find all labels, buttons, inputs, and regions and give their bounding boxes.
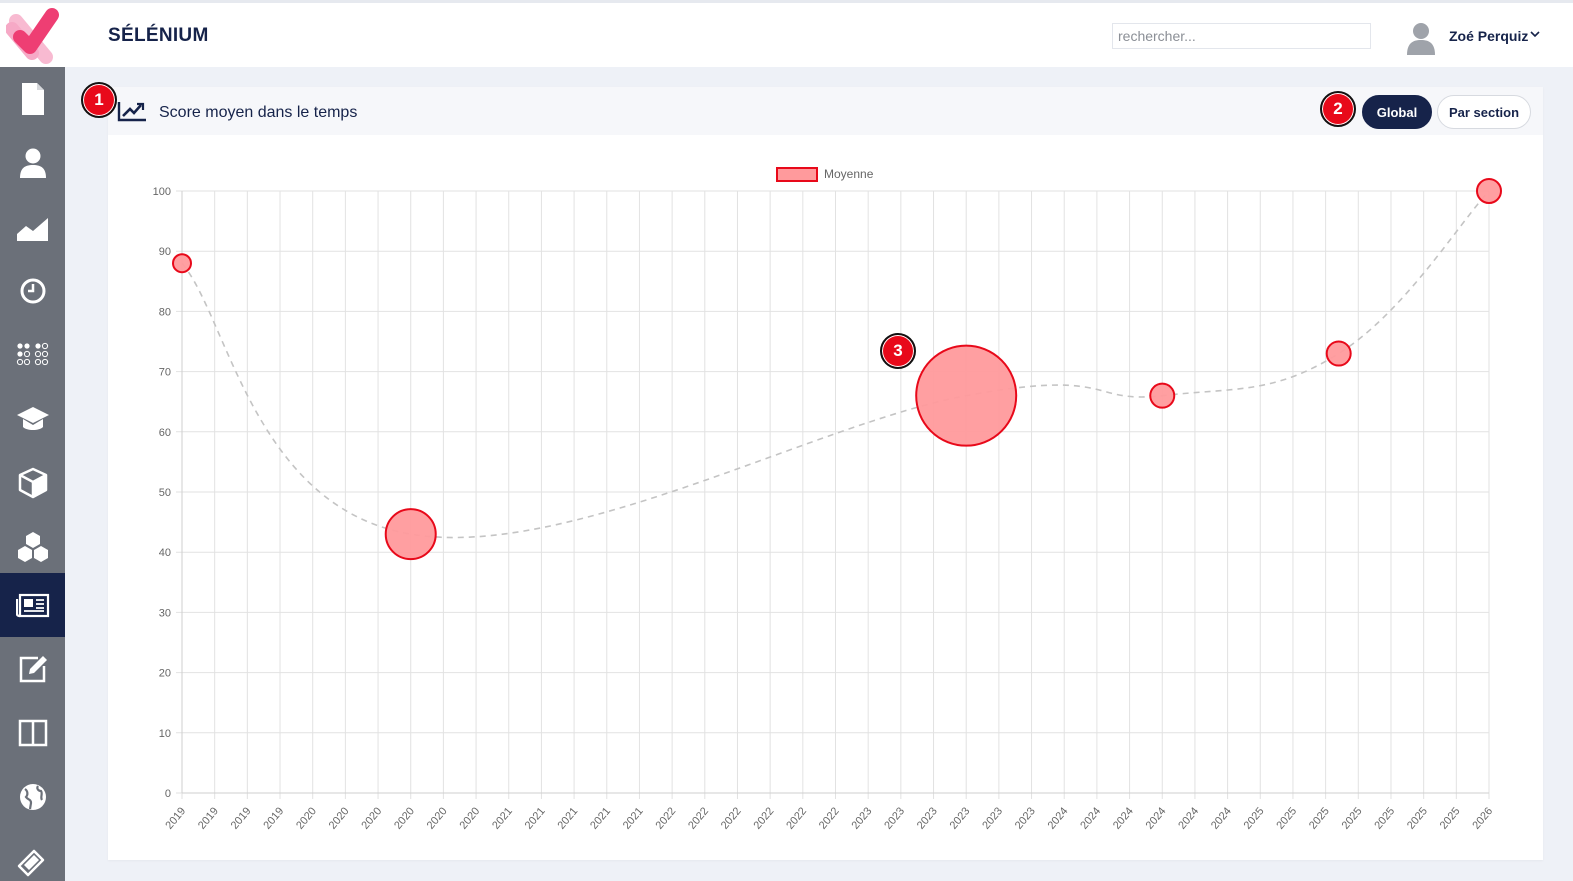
annotation-badge-3: 3 — [880, 333, 916, 369]
average-score-card: Score moyen dans le temps Global Par sec… — [108, 87, 1543, 860]
chevron-down-icon[interactable] — [1530, 30, 1540, 38]
sidebar-item-tickets[interactable] — [0, 829, 65, 881]
newspaper-icon — [15, 593, 49, 618]
user-name[interactable]: Zoé Perquiz — [1449, 28, 1528, 44]
app-title: SÉLÉNIUM — [108, 25, 209, 46]
sidebar-item-grid[interactable] — [0, 323, 65, 387]
per-section-button[interactable]: Par section — [1437, 95, 1531, 129]
sidebar-item-training[interactable] — [0, 387, 65, 451]
sidebar-item-edit[interactable] — [0, 637, 65, 701]
dots-grid-icon — [16, 342, 48, 366]
cube-icon — [18, 467, 47, 499]
search-input[interactable] — [1112, 23, 1371, 49]
line-chart-icon — [117, 102, 146, 122]
ticket-icon — [17, 849, 44, 877]
app-logo-icon[interactable] — [6, 7, 60, 67]
globe-icon — [19, 784, 46, 810]
sidebar-item-modules[interactable] — [0, 515, 65, 579]
sidebar-item-history[interactable] — [0, 259, 65, 323]
area-chart-icon — [16, 218, 48, 241]
user-avatar-icon[interactable] — [1405, 21, 1437, 55]
columns-icon — [18, 719, 47, 747]
annotation-badge-2: 2 — [1320, 91, 1356, 127]
clock-icon — [20, 278, 45, 304]
document-icon — [21, 83, 44, 115]
sidebar-item-documents[interactable] — [0, 67, 65, 131]
sidebar — [0, 67, 65, 881]
sidebar-item-layout[interactable] — [0, 701, 65, 765]
edit-icon — [19, 656, 47, 683]
sidebar-item-world[interactable] — [0, 765, 65, 829]
user-icon — [19, 148, 46, 178]
card-title: Score moyen dans le temps — [159, 104, 358, 121]
sidebar-item-statistics[interactable] — [0, 195, 65, 259]
graduation-cap-icon — [16, 407, 49, 430]
cubes-icon — [17, 532, 48, 562]
annotation-badge-1: 1 — [81, 82, 117, 118]
sidebar-item-module[interactable] — [0, 451, 65, 515]
global-button[interactable]: Global — [1362, 95, 1432, 129]
sidebar-item-reports[interactable] — [0, 573, 65, 637]
top-bar: SÉLÉNIUM Zoé Perquiz — [0, 0, 1573, 67]
sidebar-item-users[interactable] — [0, 131, 65, 195]
